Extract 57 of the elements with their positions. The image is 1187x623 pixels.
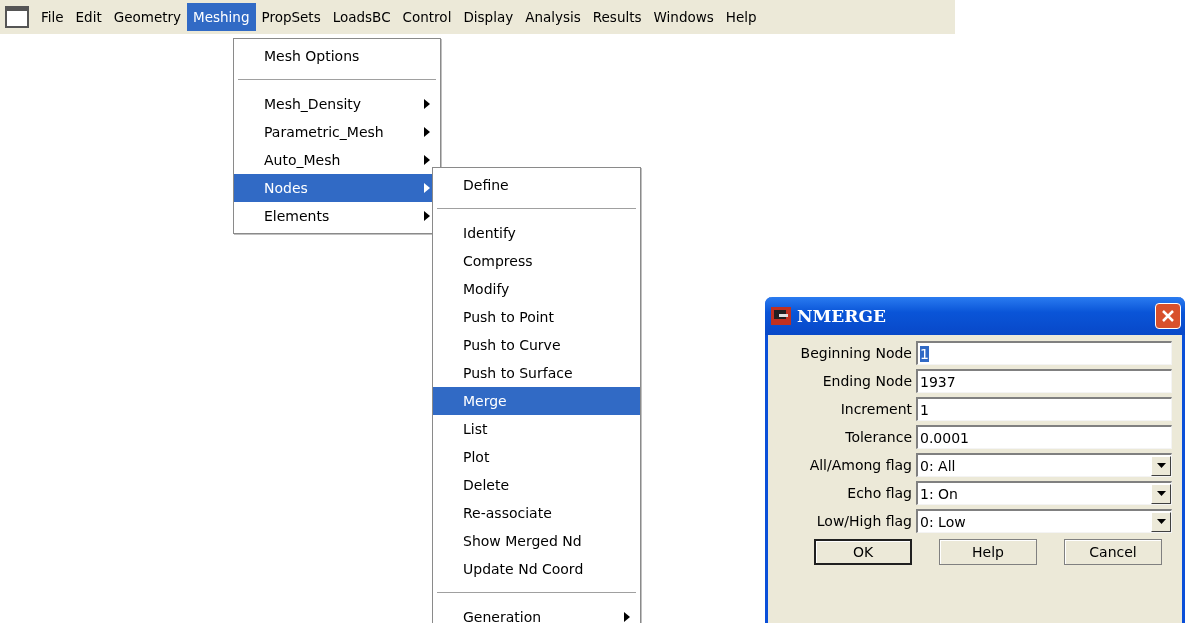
menu-item[interactable]: Auto_Mesh <box>234 146 440 174</box>
dialog-button[interactable]: Help <box>939 539 1037 565</box>
dropdown-button[interactable] <box>1151 511 1171 532</box>
window-icon <box>5 6 29 28</box>
app-icon <box>771 307 791 325</box>
menu-bar-item[interactable]: Results <box>586 3 648 31</box>
menu-item[interactable]: Show Merged Nd <box>433 527 640 555</box>
menu-bar-item[interactable]: PropSets <box>255 3 327 31</box>
window-title: NMERGE <box>797 306 887 326</box>
menu-item[interactable]: Plot <box>433 443 640 471</box>
close-button[interactable] <box>1155 303 1181 329</box>
field-label: Increment <box>839 401 912 417</box>
menu-item[interactable]: Merge <box>433 387 640 415</box>
dialog-button[interactable]: OK <box>814 539 912 565</box>
field-label: Echo flag <box>846 485 912 501</box>
menu-item[interactable]: List <box>433 415 640 443</box>
dropdown-button[interactable] <box>1151 455 1171 476</box>
menu-item[interactable]: Push to Surface <box>433 359 640 387</box>
menu-bar-item[interactable]: Windows <box>647 3 720 31</box>
menu-item[interactable]: Mesh Options <box>234 42 440 70</box>
field-label: Ending Node <box>821 373 912 389</box>
field-label: Low/High flag <box>815 513 912 529</box>
input-field[interactable]: 1937 <box>916 369 1172 393</box>
input-field[interactable]: 1 <box>916 341 1172 365</box>
caret-icon <box>1156 463 1166 468</box>
dropdown-button[interactable] <box>1151 483 1171 504</box>
dropdown-field[interactable]: 0: Low <box>916 509 1172 533</box>
field-label: Tolerance <box>844 429 912 445</box>
input-field[interactable]: 0.0001 <box>916 425 1172 449</box>
field-label: Beginning Node <box>799 345 912 361</box>
caret-icon <box>1156 491 1166 496</box>
menu-item[interactable]: Generation <box>433 603 640 623</box>
menu-bar-item[interactable]: Help <box>719 3 763 31</box>
menu-item[interactable]: Delete <box>433 471 640 499</box>
caret-icon <box>1156 519 1166 524</box>
close-icon <box>1161 309 1175 323</box>
menu-item[interactable]: Compress <box>433 247 640 275</box>
menu-item[interactable]: Re-associate <box>433 499 640 527</box>
menu-bar-item[interactable]: Display <box>457 3 520 31</box>
menu-bar-item[interactable]: Meshing <box>187 3 256 31</box>
menu-bar-item[interactable]: Edit <box>69 3 108 31</box>
menu-item[interactable]: Mesh_Density <box>234 90 440 118</box>
menu-bar-item[interactable]: LoadsBC <box>326 3 397 31</box>
menu-bar-item[interactable]: Analysis <box>519 3 587 31</box>
menu-item[interactable]: Update Nd Coord <box>433 555 640 583</box>
menu-item[interactable]: Modify <box>433 275 640 303</box>
dropdown-field[interactable]: 1: On <box>916 481 1172 505</box>
menu-bar-item[interactable]: File <box>35 3 70 31</box>
input-field[interactable]: 1 <box>916 397 1172 421</box>
menu-item[interactable]: Push to Point <box>433 303 640 331</box>
field-label: All/Among flag <box>808 457 912 473</box>
menu-item[interactable]: Push to Curve <box>433 331 640 359</box>
dialog-button[interactable]: Cancel <box>1064 539 1162 565</box>
menu-item[interactable]: Parametric_Mesh <box>234 118 440 146</box>
menu-bar-item[interactable]: Geometry <box>107 3 188 31</box>
dropdown-field[interactable]: 0: All <box>916 453 1172 477</box>
menu-bar-item[interactable]: Control <box>396 3 458 31</box>
